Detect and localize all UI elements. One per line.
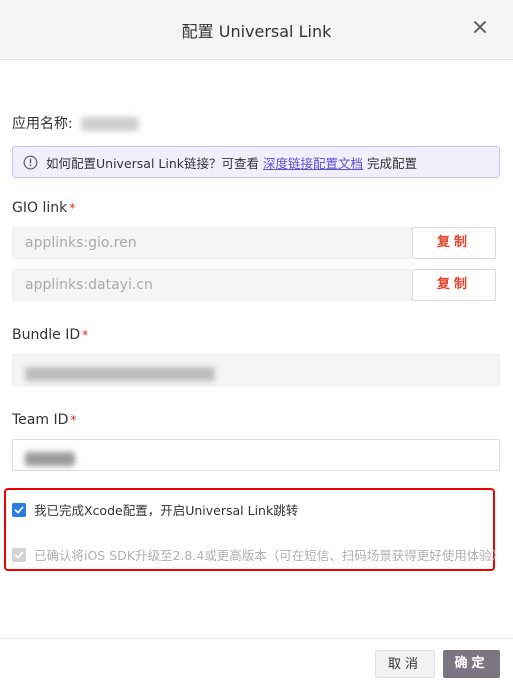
gio-link-label-text: GIO link: [12, 200, 68, 216]
app-name-value-redacted: [81, 117, 140, 131]
app-name-row: 应用名称:: [12, 113, 140, 133]
bundle-id-field: [12, 354, 500, 386]
bundle-id-label: Bundle ID *: [12, 327, 88, 343]
close-icon[interactable]: [469, 16, 491, 38]
team-id-label-text: Team ID: [12, 412, 69, 428]
info-text-suffix: 完成配置: [367, 155, 418, 171]
checkbox-xcode[interactable]: [12, 502, 26, 517]
bundle-id-value-redacted: [25, 367, 215, 381]
sdk-confirm-row: 已确认将iOS SDK升级至2.8.4或更高版本（可在短信、扫码场景获得更好使用…: [12, 545, 504, 564]
info-circle-icon: [23, 155, 38, 169]
dialog-title: 配置 Universal Link: [181, 22, 332, 41]
gio-link-field-1: applinks:gio.ren: [12, 227, 412, 259]
info-text-prefix: 如何配置Universal Link链接？可查看: [46, 155, 259, 171]
copy-button-1[interactable]: 复制: [412, 227, 496, 259]
required-mark: *: [70, 413, 77, 427]
xcode-confirm-label: 我已完成Xcode配置，开启Universal Link跳转: [34, 503, 299, 518]
required-mark: *: [69, 201, 76, 215]
team-id-label: Team ID *: [12, 412, 76, 428]
dialog-header: 配置 Universal Link: [0, 0, 513, 60]
dialog-footer: [0, 638, 513, 683]
check-icon: [14, 551, 24, 558]
bundle-id-label-text: Bundle ID: [12, 327, 81, 343]
checkbox-sdk: [12, 547, 26, 562]
deep-link-doc-link[interactable]: 深度链接配置文档: [263, 153, 363, 172]
copy-button-2[interactable]: 复制: [412, 269, 496, 301]
gio-link-field-2: applinks:datayi.cn: [12, 269, 412, 301]
cancel-button[interactable]: 取消: [375, 650, 435, 678]
check-icon: [14, 506, 24, 513]
team-id-value-redacted: [25, 452, 75, 466]
ok-button[interactable]: 确定: [443, 650, 500, 678]
info-banner: 如何配置Universal Link链接？可查看 深度链接配置文档 完成配置: [12, 146, 500, 178]
required-mark: *: [82, 328, 89, 342]
team-id-input[interactable]: [12, 439, 500, 471]
app-name-label: 应用名称:: [12, 116, 73, 132]
sdk-confirm-label: 已确认将iOS SDK升级至2.8.4或更高版本（可在短信、扫码场景获得更好使用…: [34, 548, 505, 563]
gio-link-label: GIO link *: [12, 200, 75, 216]
xcode-confirm-row[interactable]: 我已完成Xcode配置，开启Universal Link跳转: [12, 500, 298, 519]
